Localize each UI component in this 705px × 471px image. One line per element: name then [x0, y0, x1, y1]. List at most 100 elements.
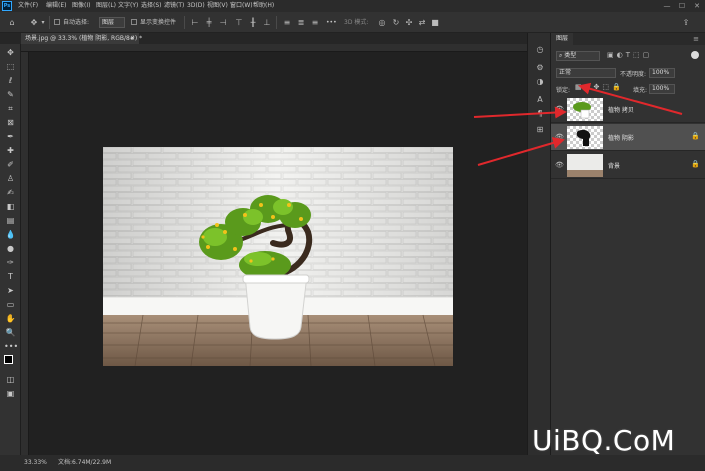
- menu-file[interactable]: 文件(F): [18, 0, 38, 12]
- healing-tool-icon[interactable]: ✚: [4, 145, 17, 156]
- zoom-tool-icon[interactable]: 🔍: [4, 327, 17, 338]
- align-right-icon[interactable]: ⊣: [218, 17, 228, 28]
- blur-tool-icon[interactable]: 💧: [4, 229, 17, 240]
- screen-mode-icon[interactable]: ▣: [4, 388, 17, 399]
- eye-icon[interactable]: 👁: [555, 105, 564, 113]
- menu-view[interactable]: 视图(V): [207, 0, 228, 12]
- distribute-bottom-icon[interactable]: ≡: [310, 17, 320, 28]
- menu-window[interactable]: 窗口(W): [230, 0, 253, 12]
- menu-layer[interactable]: 图层(L): [96, 0, 116, 12]
- eyedropper-tool-icon[interactable]: ✒: [4, 131, 17, 142]
- menu-help[interactable]: 帮助(H): [253, 0, 274, 12]
- document-image[interactable]: [103, 147, 453, 366]
- 3d-camera-icon[interactable]: ■: [430, 17, 440, 28]
- divider: [276, 16, 277, 29]
- document-info[interactable]: 文档:6.74M/22.9M: [58, 455, 111, 471]
- opacity-input[interactable]: 100%: [649, 68, 675, 78]
- eye-icon[interactable]: 👁: [555, 133, 564, 141]
- scene-artwork: [103, 147, 453, 366]
- foreground-color-swatch[interactable]: [4, 355, 13, 364]
- window-controls: — ☐ ✕: [660, 0, 705, 12]
- minimize-button[interactable]: —: [662, 0, 672, 12]
- menu-image[interactable]: 图像(I): [72, 0, 90, 12]
- eye-icon[interactable]: 👁: [555, 161, 564, 169]
- chevron-down-icon[interactable]: ▾: [40, 17, 46, 28]
- eraser-tool-icon[interactable]: ◧: [4, 201, 17, 212]
- close-button[interactable]: ✕: [692, 0, 702, 12]
- quick-select-tool-icon[interactable]: ✎: [4, 89, 17, 100]
- tab-layers[interactable]: 图层: [551, 33, 573, 45]
- document-tab[interactable]: 场景.jpg @ 33.3% (植物 阴影, RGB/8#) * ×: [21, 33, 142, 44]
- show-transform-checkbox[interactable]: [131, 19, 137, 25]
- panel-dock-strip: ◷ ⚙ ◑ A ¶ ⊞: [527, 33, 551, 455]
- zoom-level[interactable]: 33.33%: [24, 455, 47, 471]
- move-tool-icon[interactable]: ✥: [4, 47, 17, 58]
- close-tab-icon[interactable]: ×: [130, 33, 135, 44]
- dodge-tool-icon[interactable]: ●: [4, 243, 17, 254]
- crop-tool-icon[interactable]: ⌗: [4, 103, 17, 114]
- marquee-tool-icon[interactable]: ⬚: [4, 61, 17, 72]
- history-panel-icon[interactable]: ◷: [534, 45, 546, 55]
- menu-3d[interactable]: 3D(D): [187, 0, 205, 12]
- 3d-orbit-icon[interactable]: ◎: [377, 17, 387, 28]
- properties-panel-icon[interactable]: ⚙: [534, 63, 546, 73]
- align-vcenter-icon[interactable]: ╫: [248, 17, 258, 28]
- filter-icons[interactable]: ▣◐T⬚▢: [607, 51, 652, 59]
- align-top-icon[interactable]: ⊤: [234, 17, 244, 28]
- lock-row: 锁定: ▦✎✥⬚🔒 填充: 100%: [551, 83, 705, 95]
- maximize-button[interactable]: ☐: [677, 0, 687, 12]
- filter-kind-dropdown[interactable]: ⌕ 类型: [556, 51, 600, 61]
- menu-type[interactable]: 文字(Y): [118, 0, 138, 12]
- layer-row[interactable]: 👁 植物 阴影 🔒: [551, 124, 705, 151]
- libraries-panel-icon[interactable]: ⊞: [534, 125, 546, 135]
- filter-toggle[interactable]: [691, 51, 699, 59]
- path-select-icon[interactable]: ➤: [4, 285, 17, 296]
- lasso-tool-icon[interactable]: ℓ: [4, 75, 17, 86]
- layer-row[interactable]: 👁 背景 🔒: [551, 152, 705, 179]
- history-brush-icon[interactable]: ✍: [4, 187, 17, 198]
- align-bottom-icon[interactable]: ⊥: [262, 17, 272, 28]
- distribute-top-icon[interactable]: ≡: [282, 17, 292, 28]
- layer-name[interactable]: 植物 拷贝: [608, 105, 634, 114]
- layer-thumbnail: [567, 98, 603, 121]
- menu-filter[interactable]: 滤镜(T): [164, 0, 184, 12]
- fill-input[interactable]: 100%: [649, 84, 675, 94]
- layer-name[interactable]: 背景: [608, 161, 620, 170]
- menu-select[interactable]: 选择(S): [141, 0, 162, 12]
- layers-panel: 图层 ≡ ⌕ 类型 ▣◐T⬚▢ 正常 不透明度: 100% 锁定: ▦✎✥⬚🔒 …: [551, 33, 705, 455]
- lock-icons[interactable]: ▦✎✥⬚🔒: [575, 83, 624, 91]
- align-hcenter-icon[interactable]: ╪: [204, 17, 214, 28]
- distribute-vcenter-icon[interactable]: ≣: [296, 17, 306, 28]
- frame-tool-icon[interactable]: ⊠: [4, 117, 17, 128]
- layer-thumbnail: [567, 126, 603, 149]
- move-tool-icon[interactable]: ✥: [28, 17, 40, 28]
- blend-mode-dropdown[interactable]: 正常: [556, 68, 616, 78]
- align-left-icon[interactable]: ⊢: [190, 17, 200, 28]
- brush-tool-icon[interactable]: ✐: [4, 159, 17, 170]
- home-icon[interactable]: ⌂: [6, 17, 18, 28]
- layer-row[interactable]: 👁 植物 拷贝: [551, 96, 705, 123]
- 3d-slide-icon[interactable]: ⇄: [417, 17, 427, 28]
- character-panel-icon[interactable]: A: [534, 95, 546, 105]
- edit-toolbar-icon[interactable]: •••: [4, 341, 18, 352]
- panel-menu-icon[interactable]: ≡: [693, 33, 699, 45]
- quick-mask-icon[interactable]: ◫: [4, 374, 17, 385]
- menu-bar: Ps 文件(F) 编辑(E) 图像(I) 图层(L) 文字(Y) 选择(S) 滤…: [0, 0, 705, 12]
- type-tool-icon[interactable]: T: [4, 271, 17, 282]
- pen-tool-icon[interactable]: ✑: [4, 257, 17, 268]
- hand-tool-icon[interactable]: ✋: [4, 313, 17, 324]
- panel-tab-bar: 图层 ≡: [551, 33, 705, 45]
- share-icon[interactable]: ⇪: [680, 17, 692, 28]
- auto-select-dropdown[interactable]: 图层: [99, 17, 125, 28]
- more-options[interactable]: •••: [326, 17, 337, 28]
- layer-name[interactable]: 植物 阴影: [608, 133, 634, 142]
- adjustments-panel-icon[interactable]: ◑: [534, 77, 546, 87]
- 3d-roll-icon[interactable]: ↻: [391, 17, 401, 28]
- menu-edit[interactable]: 编辑(E): [46, 0, 66, 12]
- stamp-tool-icon[interactable]: ♙: [4, 173, 17, 184]
- shape-tool-icon[interactable]: ▭: [4, 299, 17, 310]
- 3d-pan-icon[interactable]: ✣: [404, 17, 414, 28]
- paragraph-panel-icon[interactable]: ¶: [534, 109, 546, 119]
- auto-select-checkbox[interactable]: [54, 19, 60, 25]
- gradient-tool-icon[interactable]: ▤: [4, 215, 17, 226]
